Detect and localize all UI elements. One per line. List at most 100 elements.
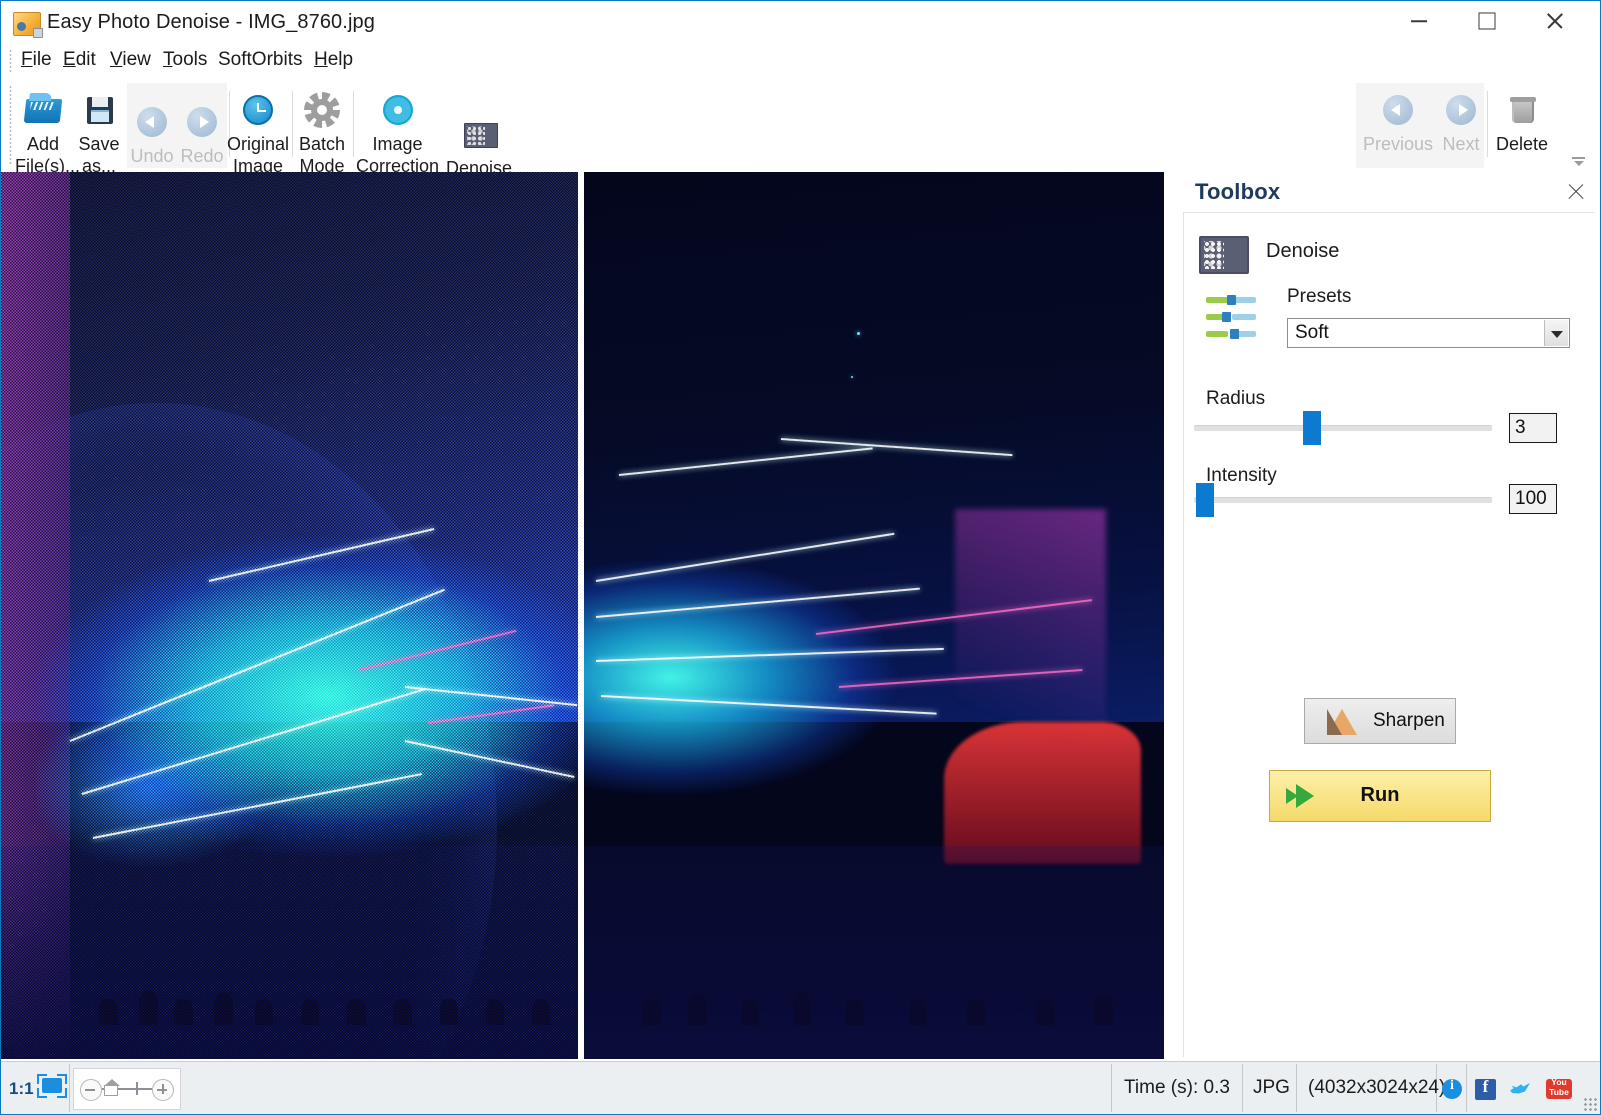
original-noisy-image[interactable] bbox=[1, 172, 578, 1059]
run-button[interactable]: Run bbox=[1269, 770, 1491, 822]
ribbon-toolbar: Add File(s)... Save as... Undo Redo Orig… bbox=[1, 79, 1600, 178]
red-lit-stage bbox=[943, 721, 1141, 864]
zoom-ratio-label: 1:1 bbox=[9, 1079, 34, 1098]
clock-history-icon bbox=[239, 91, 277, 129]
menu-item-file[interactable]: File bbox=[19, 49, 54, 71]
processing-time-label: Time (s): 0.3 bbox=[1124, 1077, 1230, 1098]
zoom-tick-mark bbox=[136, 1082, 138, 1095]
presets-selected-value: Soft bbox=[1295, 322, 1329, 343]
info-icon[interactable] bbox=[1442, 1078, 1462, 1099]
ribbon-redo-button[interactable]: Redo bbox=[177, 103, 227, 167]
file-format-label: JPG bbox=[1253, 1077, 1290, 1098]
zoom-slider-widget[interactable] bbox=[73, 1068, 181, 1110]
redo-arrow-icon bbox=[183, 103, 221, 141]
chevron-down-icon[interactable] bbox=[1544, 320, 1568, 346]
ribbon-image-correction-button[interactable]: Image Correction bbox=[351, 83, 444, 177]
status-time-cell: Time (s): 0.3 bbox=[1111, 1064, 1243, 1112]
sharpen-button[interactable]: Sharpen bbox=[1304, 698, 1456, 744]
sharpen-triangle-icon bbox=[1327, 709, 1357, 735]
window-title: Easy Photo Denoise - IMG_8760.jpg bbox=[47, 11, 375, 33]
ribbon-delete-label: Delete bbox=[1495, 134, 1549, 154]
facebook-icon[interactable] bbox=[1475, 1077, 1496, 1100]
ribbon-delete-button[interactable]: Delete bbox=[1489, 83, 1555, 155]
close-icon[interactable] bbox=[1566, 182, 1586, 202]
ribbon-add-files-button[interactable]: Add File(s)... bbox=[15, 83, 80, 177]
folder-icon bbox=[23, 91, 63, 129]
trash-icon bbox=[1503, 91, 1541, 129]
ribbon-undo-label: Undo bbox=[130, 146, 174, 166]
sliders-icon bbox=[1206, 295, 1256, 343]
radius-slider-thumb[interactable] bbox=[1303, 411, 1321, 445]
radius-slider-track[interactable] bbox=[1194, 425, 1492, 431]
toolbox-panel: Toolbox Denoise Presets Soft Radius 3 In… bbox=[1165, 172, 1600, 1059]
crowd-silhouettes bbox=[584, 846, 1164, 1059]
undo-arrow-icon bbox=[133, 103, 171, 141]
ribbon-batch-mode-button[interactable]: Batch Mode bbox=[294, 83, 350, 177]
menu-item-edit[interactable]: Edit bbox=[61, 49, 98, 71]
ribbon-separator-4 bbox=[1487, 91, 1488, 157]
application-window: Easy Photo Denoise - IMG_8760.jpg File E… bbox=[0, 0, 1601, 1115]
ribbon-previous-button[interactable]: Previous bbox=[1359, 83, 1437, 155]
fit-to-window-icon[interactable] bbox=[37, 1074, 67, 1098]
toolbox-tool-name: Denoise bbox=[1266, 240, 1340, 262]
denoised-image[interactable] bbox=[584, 172, 1164, 1059]
menu-item-tools[interactable]: Tools bbox=[161, 49, 209, 71]
close-window-button[interactable] bbox=[1523, 1, 1586, 41]
ribbon-separator-2 bbox=[292, 91, 293, 157]
zoom-home-handle[interactable] bbox=[104, 1079, 120, 1097]
ribbon-add-files-label-1: Add bbox=[26, 134, 60, 154]
radius-value-input[interactable]: 3 bbox=[1509, 413, 1557, 443]
ribbon-undo-button[interactable]: Undo bbox=[127, 103, 177, 167]
twitter-icon[interactable] bbox=[1509, 1079, 1533, 1099]
intensity-slider-track[interactable] bbox=[1194, 497, 1492, 503]
radius-label: Radius bbox=[1206, 388, 1266, 409]
ribbon-save-as-label-1: Save bbox=[78, 134, 120, 154]
status-bar: 1:1 Time (s): 0.3 JPG (4032x3024x24) You… bbox=[1, 1061, 1600, 1114]
youtube-line-1: You bbox=[1551, 1077, 1567, 1087]
gear-icon bbox=[303, 91, 341, 129]
status-format-cell: JPG bbox=[1241, 1064, 1297, 1112]
chevron-down-icon[interactable] bbox=[1570, 154, 1588, 168]
minimize-button[interactable] bbox=[1387, 1, 1450, 41]
presets-select[interactable]: Soft bbox=[1287, 318, 1570, 348]
ribbon-next-label: Next bbox=[1442, 134, 1480, 154]
save-icon bbox=[80, 91, 118, 129]
menu-item-view[interactable]: View bbox=[108, 49, 153, 71]
image-noise-grain bbox=[1, 172, 578, 1059]
status-dimensions-cell: (4032x3024x24) bbox=[1296, 1064, 1445, 1112]
right-circle-arrow-icon bbox=[1442, 91, 1480, 129]
ribbon-previous-label: Previous bbox=[1362, 134, 1434, 154]
intensity-value-input[interactable]: 100 bbox=[1509, 484, 1557, 514]
intensity-label: Intensity bbox=[1206, 465, 1277, 486]
zoom-in-button[interactable] bbox=[152, 1079, 174, 1101]
ribbon-save-as-button[interactable]: Save as... bbox=[75, 83, 123, 177]
menu-item-help[interactable]: Help bbox=[312, 49, 355, 71]
presets-label: Presets bbox=[1287, 286, 1352, 307]
ribbon-original-image-label-1: Original bbox=[227, 134, 290, 154]
run-button-label: Run bbox=[1360, 784, 1400, 806]
ribbon-original-image-button[interactable]: Original Image bbox=[227, 83, 289, 177]
ribbon-denoise-button[interactable]: Denoise bbox=[441, 115, 517, 179]
intensity-slider-thumb[interactable] bbox=[1196, 483, 1214, 517]
youtube-icon[interactable]: You Tube bbox=[1546, 1077, 1572, 1099]
ribbon-batch-mode-label-1: Batch bbox=[298, 134, 346, 154]
ribbon-next-button[interactable]: Next bbox=[1437, 83, 1485, 155]
title-bar: Easy Photo Denoise - IMG_8760.jpg bbox=[1, 1, 1600, 48]
toolbox-body: Denoise Presets Soft Radius 3 Intensity … bbox=[1183, 212, 1594, 1057]
star-burst-icon bbox=[379, 91, 417, 129]
zoom-out-button[interactable] bbox=[80, 1079, 102, 1101]
left-circle-arrow-icon bbox=[1379, 91, 1417, 129]
noise-icon bbox=[1199, 236, 1249, 274]
menu-drag-handle[interactable] bbox=[9, 49, 12, 73]
ribbon-redo-label: Redo bbox=[180, 146, 224, 166]
menu-item-softorbits[interactable]: SoftOrbits bbox=[216, 49, 304, 71]
image-dimensions-label: (4032x3024x24) bbox=[1308, 1077, 1446, 1098]
window-resize-grip[interactable] bbox=[1583, 1097, 1597, 1111]
ribbon-drag-handle[interactable] bbox=[9, 85, 12, 165]
ribbon-image-correction-label-1: Image bbox=[372, 134, 423, 154]
radius-value: 3 bbox=[1515, 417, 1526, 438]
menu-bar: File Edit View Tools SoftOrbits Help bbox=[1, 45, 1600, 77]
toolbox-title: Toolbox bbox=[1195, 179, 1281, 204]
sharpen-button-label: Sharpen bbox=[1373, 710, 1445, 731]
maximize-button[interactable] bbox=[1455, 1, 1518, 41]
